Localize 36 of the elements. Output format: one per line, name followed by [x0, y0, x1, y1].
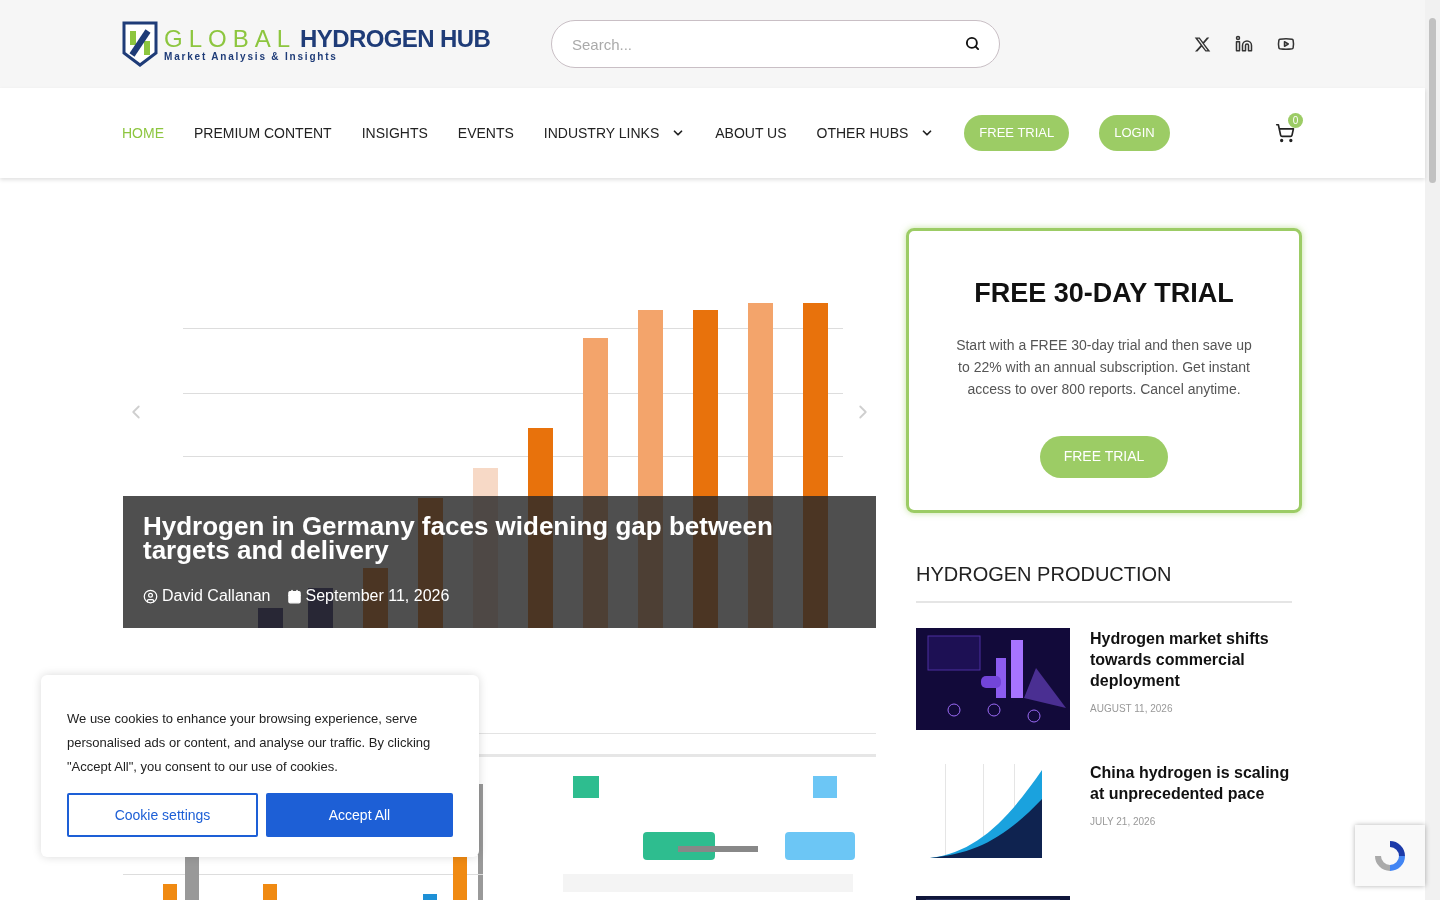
- recaptcha-badge[interactable]: [1355, 825, 1425, 886]
- x-logo-icon[interactable]: [1194, 35, 1211, 53]
- cart-count-badge: 0: [1288, 113, 1303, 128]
- nav-link[interactable]: INDUSTRY LINKS: [543, 122, 686, 144]
- site-logo[interactable]: GLOBAL HYDROGEN HUB Market Analysis & Insights: [122, 21, 502, 67]
- search-icon[interactable]: [965, 36, 980, 51]
- article-title[interactable]: Hydrogen market shifts towards commercial deployment: [1090, 628, 1292, 691]
- trial-description: Start with a FREE 30-day trial and then save up to 22% with an annual subscription. Get instant access to over 800 reports. Cancel anytime.: [955, 335, 1253, 399]
- article-date: AUGUST 11, 2026: [1090, 702, 1174, 716]
- slide-author: David Callanan: [162, 586, 271, 606]
- nav-link[interactable]: INSIGHTS: [361, 122, 428, 144]
- user-icon: [143, 588, 158, 604]
- youtube-logo-icon[interactable]: [1277, 35, 1295, 53]
- nav-link[interactable]: OTHER HUBS: [816, 122, 935, 144]
- logo-word: GLOBAL: [164, 26, 297, 51]
- slide-title[interactable]: Hydrogen in Germany faces widening gap between targets and delivery: [143, 514, 856, 562]
- featured-slide[interactable]: Hydrogen in Germany faces widening gap between targets and delivery David Callanan September 11, 2026: [123, 228, 876, 628]
- shield-logo-icon: [122, 21, 158, 67]
- cookie-message: We use cookies to enhance your browsing experience, serve personalised ads or content, and analyse our traffic. By clicking "Accept All", you consent to our use of cookies.: [67, 710, 432, 776]
- scrollbar[interactable]: [1425, 0, 1440, 900]
- slide-date: September 11, 2026: [305, 586, 450, 606]
- calendar-icon: [286, 588, 302, 604]
- section-heading: HYDROGEN PRODUCTION: [916, 559, 1292, 603]
- accept-all-button[interactable]: Accept All: [266, 793, 453, 837]
- linkedin-logo-icon[interactable]: [1235, 35, 1253, 53]
- trial-title: FREE 30-DAY TRIAL: [974, 277, 1234, 310]
- cookie-settings-button[interactable]: Cookie settings: [67, 793, 258, 837]
- article-title[interactable]: China hydrogen is scaling at unprecedented pace: [1090, 762, 1292, 804]
- nav-link[interactable]: ABOUT US: [715, 122, 787, 144]
- logo-word: HYDROGEN HUB: [300, 26, 491, 51]
- search-field[interactable]: Search...: [551, 20, 1000, 68]
- nav-link[interactable]: EVENTS: [457, 122, 514, 144]
- logo-tagline: Market Analysis & Insights: [164, 51, 339, 62]
- nav-link[interactable]: PREMIUM CONTENT: [194, 122, 332, 144]
- cart-icon[interactable]: [1275, 123, 1295, 143]
- article-date: JULY 21, 2026: [1090, 815, 1157, 829]
